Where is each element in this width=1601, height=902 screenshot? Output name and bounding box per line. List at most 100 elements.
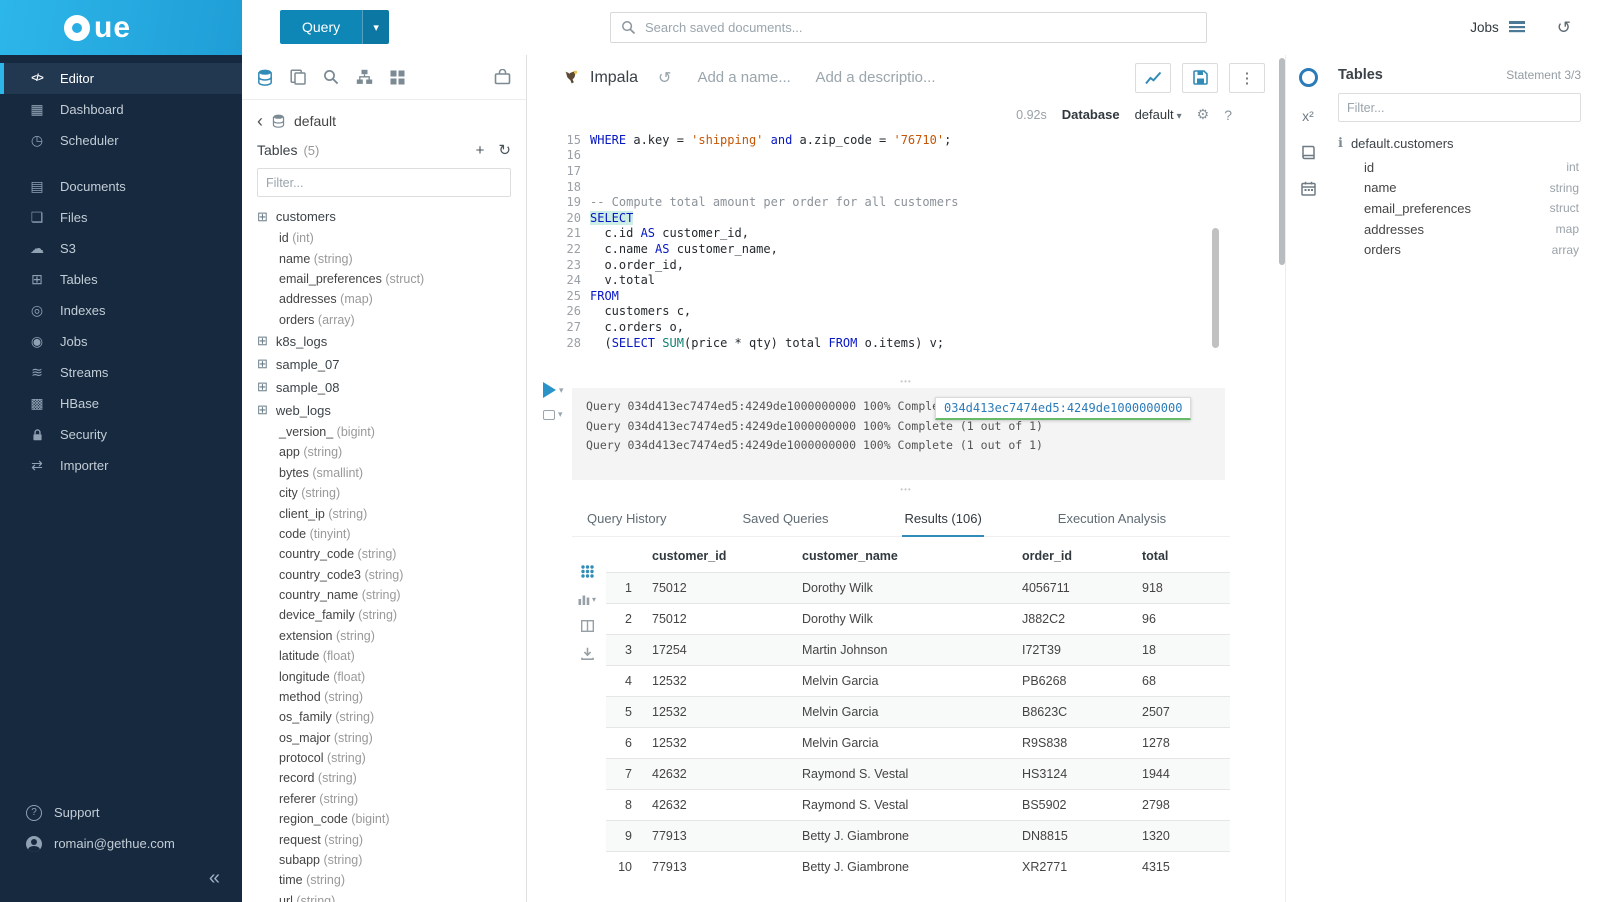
right-panel-filter-input[interactable] xyxy=(1338,93,1581,122)
column-item[interactable]: orders (array) xyxy=(242,310,526,330)
code-line[interactable]: 23 o.order_id, xyxy=(527,257,1285,273)
sidebar-item-streams[interactable]: ≋Streams xyxy=(0,357,242,388)
tab-query-history[interactable]: Query History xyxy=(585,501,668,536)
user-account[interactable]: romain@gethue.com xyxy=(0,828,242,859)
support-link[interactable]: ? Support xyxy=(0,797,242,828)
sidebar-item-importer[interactable]: ⇄Importer xyxy=(0,450,242,481)
chart-view-icon[interactable]: ▾ xyxy=(578,593,596,605)
editor-assistant-icon[interactable] xyxy=(1299,68,1318,87)
help-icon[interactable]: ? xyxy=(1224,107,1232,123)
column-item[interactable]: time (string) xyxy=(242,870,526,890)
query-dropdown-caret-icon[interactable]: ▾ xyxy=(362,10,389,44)
column-item[interactable]: device_family (string) xyxy=(242,605,526,625)
column-item[interactable]: latitude (float) xyxy=(242,646,526,666)
column-item[interactable]: extension (string) xyxy=(242,626,526,646)
column-item[interactable]: country_code (string) xyxy=(242,544,526,564)
sidebar-item-tables[interactable]: ⊞Tables xyxy=(0,264,242,295)
search-input[interactable] xyxy=(645,20,1196,35)
language-reference-icon[interactable] xyxy=(1301,145,1316,160)
column-item[interactable]: name (string) xyxy=(242,248,526,268)
code-line[interactable]: 16 xyxy=(527,148,1285,164)
documents-source-icon[interactable] xyxy=(290,69,306,85)
download-results-icon[interactable] xyxy=(581,647,594,660)
editor-scrollbar[interactable] xyxy=(1212,228,1219,348)
sidebar-item-documents[interactable]: ▤Documents xyxy=(0,171,242,202)
grid-view-icon[interactable] xyxy=(581,565,594,578)
table-row[interactable]: 317254Martin JohnsonI72T3918 xyxy=(606,635,1230,666)
column-item[interactable]: os_major (string) xyxy=(242,728,526,748)
search-box[interactable] xyxy=(610,12,1207,43)
code-line[interactable]: 21 c.id AS customer_id, xyxy=(527,226,1285,242)
current-database[interactable]: default xyxy=(294,113,336,129)
assist-search-icon[interactable] xyxy=(323,69,339,85)
jobs-list-icon[interactable] xyxy=(1509,21,1525,34)
sidebar-item-jobs[interactable]: ◉Jobs xyxy=(0,326,242,357)
execute-caret-icon[interactable]: ▾ xyxy=(559,385,564,396)
column-item[interactable]: bytes (smallint) xyxy=(242,463,526,483)
save-button[interactable] xyxy=(1182,63,1218,93)
query-description-input[interactable] xyxy=(815,69,937,86)
column-item[interactable]: app (string) xyxy=(242,442,526,462)
column-item[interactable]: id (int) xyxy=(242,228,526,248)
query-button[interactable]: Query ▾ xyxy=(280,10,389,44)
hue-logo[interactable]: ue xyxy=(0,0,242,55)
column-item[interactable]: code (tinyint) xyxy=(242,524,526,544)
results-table[interactable]: customer_idcustomer_nameorder_idtotal 17… xyxy=(606,539,1230,882)
code-line[interactable]: 19-- Compute total amount per order for … xyxy=(527,194,1285,210)
column-item[interactable]: record (string) xyxy=(242,768,526,788)
code-line[interactable]: 15WHERE a.key = 'shipping' and a.zip_cod… xyxy=(527,132,1285,148)
table-row[interactable]: 842632Raymond S. VestalBS59022798 xyxy=(606,790,1230,821)
sidebar-item-indexes[interactable]: ◎Indexes xyxy=(0,295,242,326)
panel-column-orders[interactable]: ordersarray xyxy=(1338,239,1581,260)
column-item[interactable]: _version_ (bigint) xyxy=(242,422,526,442)
query-id-overlay[interactable]: 034d413ec7474ed5:4249de1000000000 xyxy=(935,397,1191,420)
chart-button[interactable] xyxy=(1135,63,1171,93)
sitemap-icon[interactable] xyxy=(356,69,373,85)
global-history-icon[interactable]: ↺ xyxy=(1557,18,1571,38)
add-table-icon[interactable]: + xyxy=(476,142,485,159)
column-item[interactable]: city (string) xyxy=(242,483,526,503)
bag-icon[interactable] xyxy=(494,69,511,85)
back-chevron-icon[interactable]: ‹ xyxy=(257,114,263,128)
column-item[interactable]: subapp (string) xyxy=(242,850,526,870)
sidebar-item-security[interactable]: Security xyxy=(0,419,242,450)
query-history-toggle-icon[interactable]: ↺ xyxy=(658,68,671,88)
table-row[interactable]: 1077913Betty J. GiambroneXR27714315 xyxy=(606,852,1230,883)
more-actions-button[interactable]: ⋮ xyxy=(1229,63,1265,93)
apps-grid-icon[interactable] xyxy=(390,70,405,85)
schedule-calendar-icon[interactable] xyxy=(1301,181,1316,196)
table-item-sample-07[interactable]: ⊞sample_07 xyxy=(242,353,526,376)
sidebar-item-editor[interactable]: </>Editor xyxy=(0,63,242,94)
database-select[interactable]: default▾ xyxy=(1135,107,1182,122)
code-editor[interactable]: 15WHERE a.key = 'shipping' and a.zip_cod… xyxy=(527,132,1285,360)
column-item[interactable]: os_family (string) xyxy=(242,707,526,727)
databases-source-icon[interactable] xyxy=(257,69,273,86)
query-name-input[interactable] xyxy=(697,69,801,86)
table-item-sample-08[interactable]: ⊞sample_08 xyxy=(242,376,526,399)
table-row[interactable]: 612532Melvin GarciaR9S8381278 xyxy=(606,728,1230,759)
column-item[interactable]: method (string) xyxy=(242,687,526,707)
panel-column-email-preferences[interactable]: email_preferencesstruct xyxy=(1338,198,1581,219)
sidebar-item-s3[interactable]: ☁S3 xyxy=(0,233,242,264)
column-item[interactable]: url (string) xyxy=(242,891,526,902)
table-row[interactable]: 977913Betty J. GiambroneDN88151320 xyxy=(606,821,1230,852)
column-item[interactable]: email_preferences (struct) xyxy=(242,269,526,289)
code-line[interactable]: 18 xyxy=(527,179,1285,195)
table-row[interactable]: 412532Melvin GarciaPB626868 xyxy=(606,666,1230,697)
code-line[interactable]: 22 c.name AS customer_name, xyxy=(527,241,1285,257)
column-item[interactable]: referer (string) xyxy=(242,789,526,809)
sidebar-item-dashboard[interactable]: ▦Dashboard xyxy=(0,94,242,125)
code-line[interactable]: 20SELECT xyxy=(527,210,1285,226)
jobs-link[interactable]: Jobs xyxy=(1470,20,1499,35)
code-line[interactable]: 26 customers c, xyxy=(527,304,1285,320)
table-item-k8s-logs[interactable]: ⊞k8s_logs xyxy=(242,330,526,353)
sidebar-item-hbase[interactable]: ▩HBase xyxy=(0,388,242,419)
column-header-total[interactable]: total xyxy=(1136,539,1230,573)
table-row[interactable]: 512532Melvin GarciaB8623C2507 xyxy=(606,697,1230,728)
tab-execution-analysis[interactable]: Execution Analysis xyxy=(1056,501,1168,536)
refresh-tables-icon[interactable]: ↻ xyxy=(498,141,511,159)
table-item-customers[interactable]: ⊞customers xyxy=(242,205,526,228)
column-item[interactable]: addresses (map) xyxy=(242,289,526,309)
log-resize-handle[interactable] xyxy=(527,377,1285,386)
column-item[interactable]: region_code (bigint) xyxy=(242,809,526,829)
